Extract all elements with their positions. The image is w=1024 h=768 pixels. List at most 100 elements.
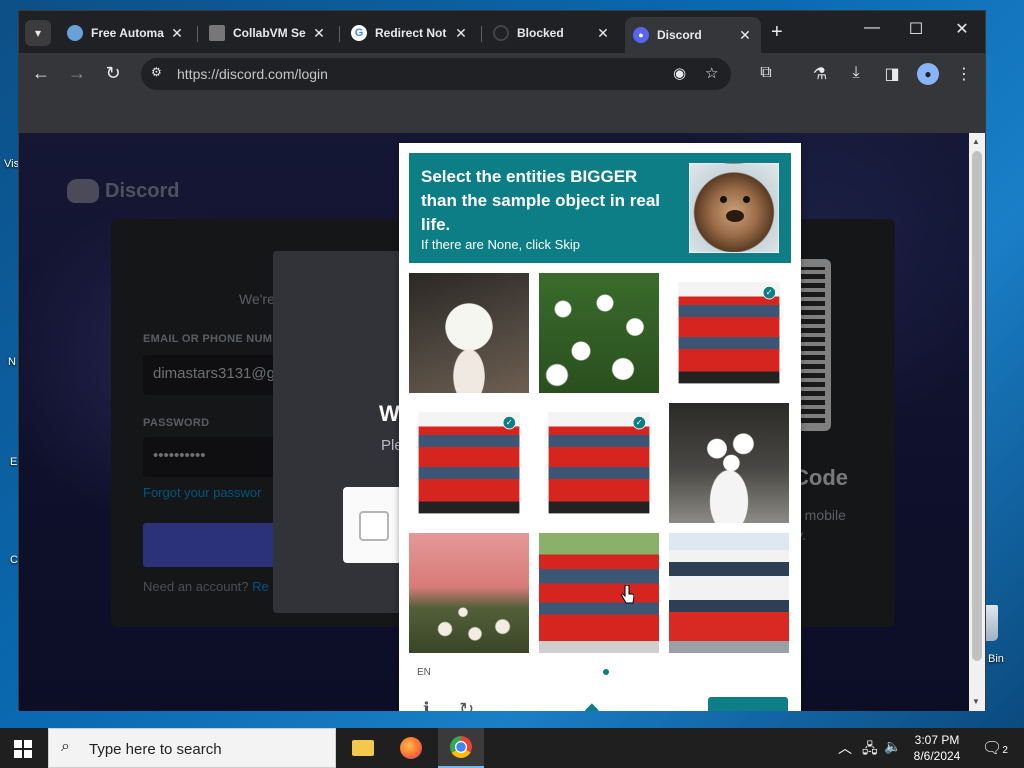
captcha-challenge: Select the entities BIGGER than the samp… bbox=[399, 143, 801, 711]
bookmark-bar bbox=[19, 95, 985, 133]
clock-date: 8/6/2024 bbox=[913, 749, 961, 763]
profile-avatar-icon[interactable]: ● bbox=[917, 63, 939, 85]
menu-kebab-icon[interactable]: ⋮ bbox=[953, 64, 975, 84]
close-icon[interactable]: ✕ bbox=[737, 27, 753, 44]
language-selector[interactable]: EN bbox=[417, 667, 431, 678]
tab-separator bbox=[197, 26, 198, 42]
page-viewport: Discord We're EMAIL OR PHONE NUMBER dima… bbox=[19, 133, 969, 711]
taskbar-search[interactable]: ⌕ Type here to search bbox=[48, 728, 336, 768]
tab-collabvm[interactable]: CollabVM Se ✕ bbox=[201, 18, 335, 48]
network-icon[interactable]: 🖧 bbox=[862, 738, 878, 762]
close-icon[interactable]: ✕ bbox=[453, 25, 469, 42]
tab-separator bbox=[481, 26, 482, 42]
close-icon[interactable]: ✕ bbox=[595, 25, 611, 42]
captcha-tile-bus[interactable]: ✓ bbox=[678, 282, 780, 384]
new-tab-button[interactable]: + bbox=[771, 21, 783, 44]
info-icon[interactable]: ℹ bbox=[423, 699, 430, 711]
tab-separator bbox=[339, 26, 340, 42]
tab-free-automation[interactable]: Free Automa ✕ bbox=[59, 18, 193, 48]
bookmark-star-icon[interactable]: ☆ bbox=[705, 64, 718, 82]
captcha-tile-bus[interactable] bbox=[669, 533, 789, 653]
taskbar-search-placeholder: Type here to search bbox=[89, 741, 222, 758]
tab-discord[interactable]: ● Discord ✕ bbox=[625, 17, 761, 53]
bear-eye bbox=[743, 196, 750, 203]
blocked-favicon-icon bbox=[493, 25, 509, 41]
scroll-up-icon[interactable]: ▲ bbox=[972, 137, 980, 146]
refresh-icon[interactable]: ↻ bbox=[459, 699, 474, 711]
verify-button[interactable] bbox=[708, 697, 788, 711]
captcha-tile-daisies-vase[interactable] bbox=[669, 403, 789, 523]
forward-arrow-icon[interactable]: → bbox=[65, 63, 89, 84]
check-icon: ✓ bbox=[632, 415, 647, 430]
captcha-tile-pink-flowers[interactable] bbox=[409, 533, 529, 653]
captcha-prompt-subtext: If there are None, click Skip bbox=[421, 237, 580, 252]
minimize-button[interactable]: — bbox=[857, 19, 887, 37]
captcha-prompt: Select the entities BIGGER than the samp… bbox=[409, 153, 791, 263]
taskbar: ⌕ Type here to search ︿ 🖧 🔈 3:07 PM 8/6/… bbox=[0, 728, 1024, 768]
recycle-bin-label[interactable]: Bin bbox=[988, 653, 1004, 665]
clock-time: 3:07 PM bbox=[914, 733, 960, 747]
side-panel-icon[interactable]: ◨ bbox=[881, 64, 903, 84]
page-scrollbar[interactable]: ▲ ▼ bbox=[969, 133, 985, 711]
captcha-tile-bus[interactable]: ✓ bbox=[418, 412, 520, 514]
check-icon: ✓ bbox=[762, 285, 777, 300]
eye-slash-icon[interactable]: ◉ bbox=[673, 64, 686, 82]
desktop-icon-label[interactable]: Vis bbox=[4, 158, 19, 170]
browser-window: ▾ Free Automa ✕ CollabVM Se ✕ G Redirect… bbox=[18, 10, 986, 711]
modal-title: W bbox=[379, 401, 400, 426]
tab-search-button[interactable]: ▾ bbox=[25, 20, 51, 46]
download-icon[interactable]: ⤓ bbox=[845, 64, 867, 82]
address-bar[interactable]: ⚙ https://discord.com/login ◉ ☆ bbox=[141, 58, 731, 90]
bear-sample-image bbox=[689, 163, 779, 253]
url-text[interactable]: https://discord.com/login bbox=[177, 66, 328, 82]
hcaptcha-logo-icon: ◆ bbox=[585, 699, 599, 711]
clock[interactable]: 3:07 PM 8/6/2024 bbox=[904, 732, 970, 764]
scroll-down-icon[interactable]: ▼ bbox=[972, 697, 980, 706]
bear-eye bbox=[720, 196, 727, 203]
desktop-icon-label[interactable]: N bbox=[8, 356, 16, 368]
discord-favicon-icon: ● bbox=[633, 27, 649, 43]
tab-redirect-notice[interactable]: G Redirect Not ✕ bbox=[343, 18, 477, 48]
hand-cursor-icon bbox=[621, 585, 634, 604]
site-settings-icon[interactable]: ⚙ bbox=[151, 65, 169, 83]
reload-icon[interactable]: ↻ bbox=[101, 63, 125, 84]
collabvm-favicon-icon bbox=[209, 25, 225, 41]
file-explorer-icon[interactable] bbox=[340, 728, 386, 768]
tab-strip: ▾ Free Automa ✕ CollabVM Se ✕ G Redirect… bbox=[19, 11, 985, 53]
desktop-icon-label[interactable]: C bbox=[10, 554, 18, 566]
tab-blocked[interactable]: Blocked ✕ bbox=[485, 18, 619, 48]
captcha-tile-daisies-pot[interactable] bbox=[409, 273, 529, 393]
tab-label: Free Automa bbox=[91, 26, 164, 40]
tab-label: Blocked bbox=[517, 26, 564, 40]
automation-favicon-icon bbox=[67, 25, 83, 41]
search-icon: ⌕ bbox=[61, 738, 70, 755]
windows-start-icon[interactable] bbox=[14, 740, 32, 758]
tray-chevron-icon[interactable]: ︿ bbox=[838, 738, 852, 758]
notification-icon[interactable]: 🗨2 bbox=[982, 738, 1008, 758]
chrome-icon[interactable] bbox=[438, 728, 484, 768]
labs-flask-icon[interactable]: ⚗ bbox=[809, 64, 831, 84]
page-indicator-dot bbox=[603, 669, 609, 675]
notification-count: 2 bbox=[1002, 745, 1008, 756]
close-icon[interactable]: ✕ bbox=[311, 25, 327, 42]
browser-toolbar: ← → ↻ ⚙ https://discord.com/login ◉ ☆ ⧉ … bbox=[19, 53, 985, 95]
back-arrow-icon[interactable]: ← bbox=[29, 63, 53, 84]
captcha-checkbox[interactable] bbox=[359, 511, 389, 541]
close-window-button[interactable]: ✕ bbox=[947, 19, 977, 39]
captcha-tile-bus[interactable]: ✓ bbox=[548, 412, 650, 514]
captcha-tile-bus[interactable] bbox=[539, 533, 659, 653]
extensions-icon[interactable]: ⧉ bbox=[755, 64, 777, 82]
tab-label: Redirect Not bbox=[375, 26, 447, 40]
desktop-icon-label[interactable]: E bbox=[10, 456, 17, 468]
maximize-button[interactable]: ☐ bbox=[901, 19, 931, 39]
check-icon: ✓ bbox=[502, 415, 517, 430]
volume-muted-icon[interactable]: 🔈 bbox=[884, 738, 901, 755]
captcha-tile-daisy-field[interactable] bbox=[539, 273, 659, 393]
google-favicon-icon: G bbox=[351, 25, 367, 41]
bear-nose bbox=[726, 210, 744, 222]
tab-label: CollabVM Se bbox=[233, 26, 306, 40]
captcha-prompt-text: Select the entities BIGGER than the samp… bbox=[421, 167, 661, 234]
scrollbar-thumb[interactable] bbox=[972, 151, 982, 661]
close-icon[interactable]: ✕ bbox=[169, 25, 185, 42]
firefox-icon[interactable] bbox=[388, 728, 434, 768]
